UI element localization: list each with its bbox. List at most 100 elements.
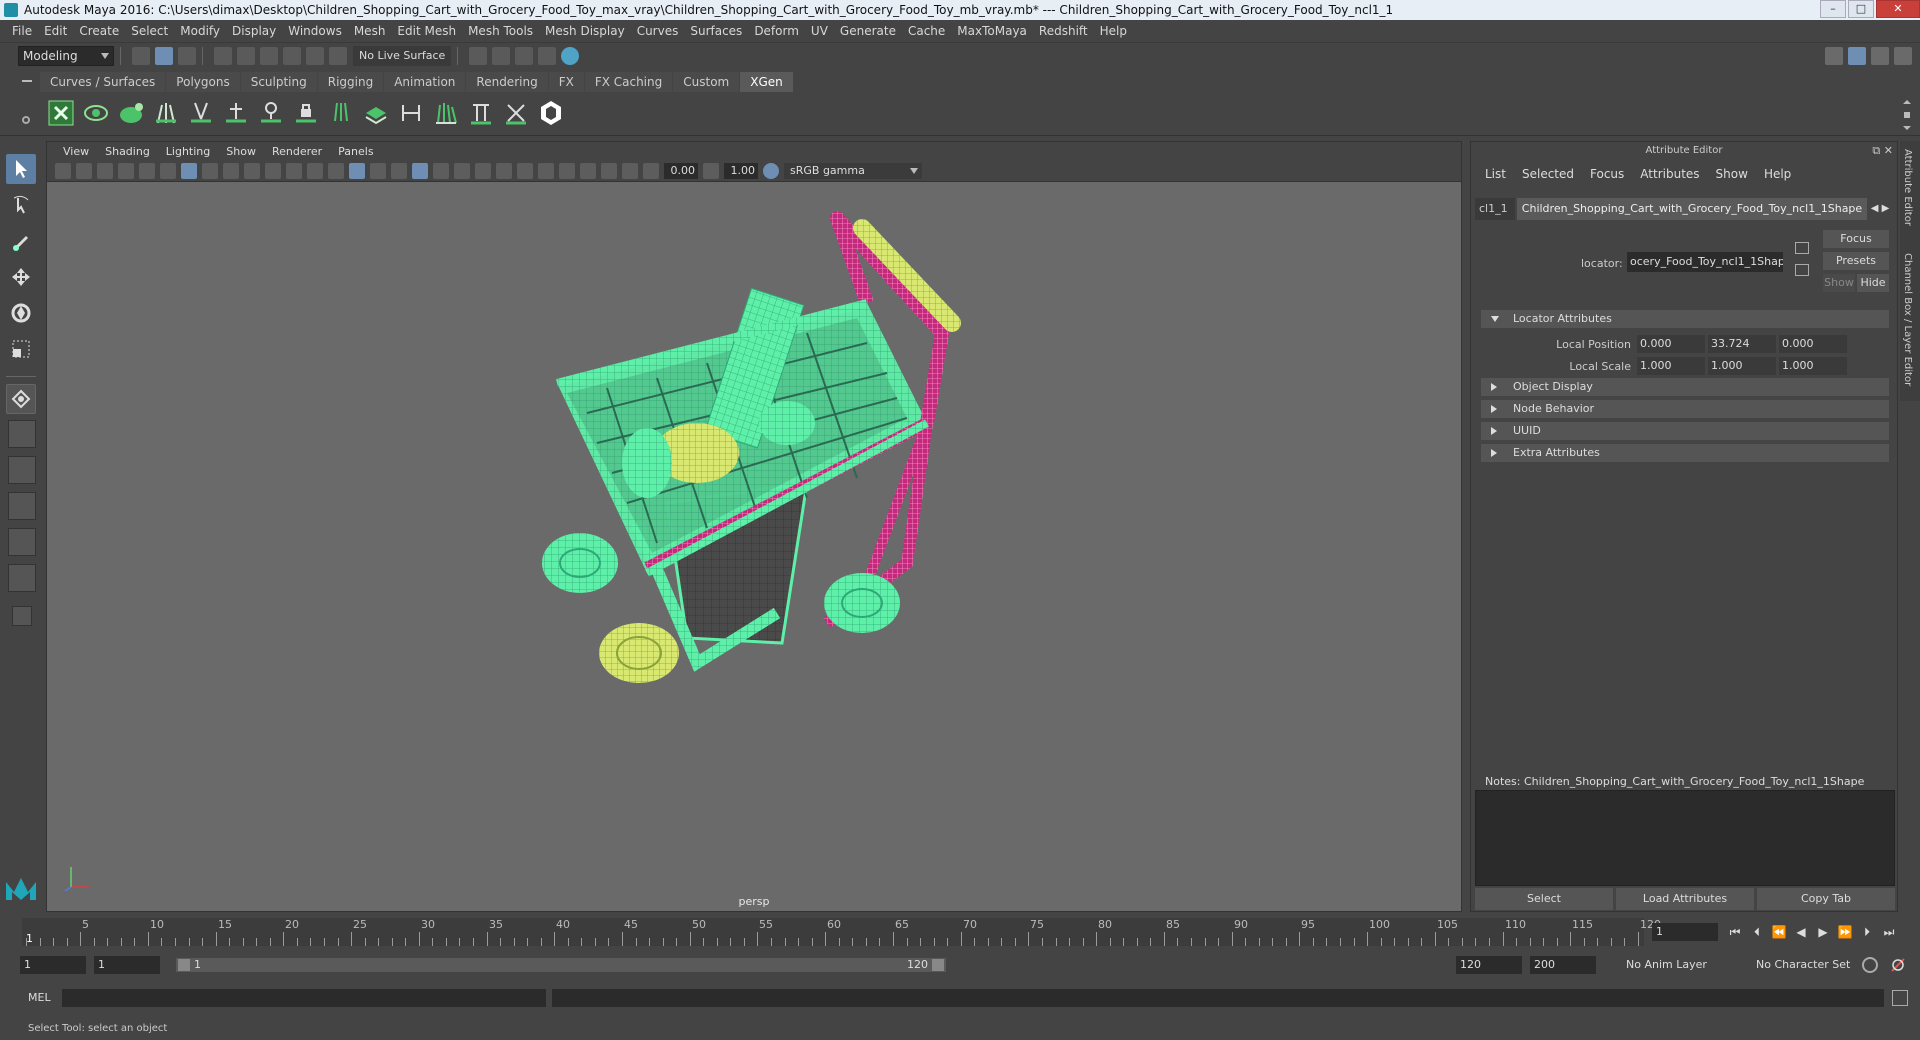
- vp-menu-show[interactable]: Show: [218, 145, 264, 158]
- menu-modify[interactable]: Modify: [174, 24, 226, 38]
- menu-create[interactable]: Create: [73, 24, 125, 38]
- wireframe-icon[interactable]: [328, 162, 344, 179]
- step-forward-key-icon[interactable]: ⏵: [1858, 923, 1876, 941]
- menu-select[interactable]: Select: [125, 24, 174, 38]
- xgen-delete-guide-icon[interactable]: [501, 98, 531, 128]
- make-live-icon[interactable]: [306, 46, 324, 65]
- ae-menu-attributes[interactable]: Attributes: [1632, 167, 1707, 181]
- menu-deform[interactable]: Deform: [748, 24, 805, 38]
- motion-blur-icon[interactable]: [496, 162, 512, 179]
- step-back-frame-icon[interactable]: ⏪: [1770, 923, 1788, 941]
- live-surface-field[interactable]: No Live Surface: [353, 45, 451, 66]
- character-set-dropdown[interactable]: No Character Set: [1750, 956, 1870, 974]
- layout-persp-graph-icon[interactable]: [8, 492, 36, 520]
- image-plane-icon[interactable]: [118, 162, 134, 179]
- section-node-behavior[interactable]: Node Behavior: [1481, 400, 1889, 418]
- side-tab-attribute-editor[interactable]: Attribute Editor: [1902, 149, 1913, 226]
- xgen-rebuild-guide-icon[interactable]: [256, 98, 286, 128]
- focus-button[interactable]: Focus: [1823, 230, 1889, 248]
- local-scale-y-field[interactable]: 1.000: [1708, 357, 1776, 375]
- shelf-tab-rendering[interactable]: Rendering: [466, 72, 548, 92]
- select-button[interactable]: Select: [1475, 888, 1613, 910]
- channel-box-icon[interactable]: [1894, 47, 1912, 65]
- use-all-lights-icon[interactable]: [433, 162, 449, 179]
- move-tool-icon[interactable]: [6, 262, 36, 292]
- tool-settings-icon[interactable]: [1871, 47, 1889, 65]
- snap-together-icon[interactable]: [329, 46, 347, 65]
- smooth-shade-icon[interactable]: [349, 162, 365, 179]
- two-d-pan-zoom-icon[interactable]: [139, 162, 155, 179]
- select-by-object-icon[interactable]: [155, 46, 173, 65]
- render-settings-icon[interactable]: [538, 46, 556, 65]
- maximize-button[interactable]: □: [1848, 0, 1874, 18]
- xgen-curves-to-guides-icon[interactable]: [466, 98, 496, 128]
- ae-menu-selected[interactable]: Selected: [1514, 167, 1582, 181]
- xgen-guides-icon[interactable]: [151, 98, 181, 128]
- xgen-add-guide-icon[interactable]: [186, 98, 216, 128]
- last-tool-icon[interactable]: [6, 384, 36, 414]
- xgen-create-description-icon[interactable]: [116, 98, 146, 128]
- load-attributes-button[interactable]: Load Attributes: [1616, 888, 1754, 910]
- shelf-menu-icon[interactable]: [22, 80, 32, 82]
- xgen-preview-icon[interactable]: [81, 98, 111, 128]
- xray-joints-icon[interactable]: [622, 162, 638, 179]
- vp-menu-renderer[interactable]: Renderer: [264, 145, 330, 158]
- layout-persp-hypershade-icon[interactable]: [8, 528, 36, 556]
- step-forward-frame-icon[interactable]: ⏩: [1836, 923, 1854, 941]
- close-button[interactable]: ✕: [1876, 0, 1920, 18]
- menu-redshift[interactable]: Redshift: [1033, 24, 1094, 38]
- color-management-icon[interactable]: [763, 162, 779, 179]
- section-extra-attributes[interactable]: Extra Attributes: [1481, 444, 1889, 462]
- menu-file[interactable]: File: [6, 24, 38, 38]
- menu-generate[interactable]: Generate: [834, 24, 902, 38]
- vp-menu-panels[interactable]: Panels: [330, 145, 381, 158]
- tab-shape-node[interactable]: Children_Shopping_Cart_with_Grocery_Food…: [1517, 198, 1867, 220]
- exposure-field[interactable]: 0.00: [664, 162, 698, 179]
- isolate-select-icon[interactable]: [559, 162, 575, 179]
- xgen-sculpt-guide-icon[interactable]: [221, 98, 251, 128]
- depth-of-field-icon[interactable]: [538, 162, 554, 179]
- xgen-bend-guide-icon[interactable]: [396, 98, 426, 128]
- playback-start-field[interactable]: 1: [94, 956, 160, 974]
- xgen-lock-guide-icon[interactable]: [291, 98, 321, 128]
- shadows-icon[interactable]: [454, 162, 470, 179]
- auto-key-icon[interactable]: [1862, 957, 1878, 973]
- go-to-start-icon[interactable]: ⏮: [1726, 923, 1744, 941]
- menu-curves[interactable]: Curves: [631, 24, 685, 38]
- menu-cache[interactable]: Cache: [902, 24, 951, 38]
- screen-space-ao-icon[interactable]: [475, 162, 491, 179]
- shelf-tab-animation[interactable]: Animation: [384, 72, 466, 92]
- side-tab-channel-box[interactable]: Channel Box / Layer Editor: [1902, 253, 1913, 386]
- attribute-editor-toggle-icon[interactable]: [1848, 47, 1866, 65]
- ae-menu-list[interactable]: List: [1477, 167, 1514, 181]
- camera-select-icon[interactable]: [55, 162, 71, 179]
- xray-icon[interactable]: [580, 162, 596, 179]
- viewport-canvas[interactable]: persp: [47, 183, 1461, 912]
- copy-tab-button[interactable]: Copy Tab: [1757, 888, 1895, 910]
- section-uuid[interactable]: UUID: [1481, 422, 1889, 440]
- shelf-settings-icon[interactable]: [22, 116, 30, 124]
- ae-menu-show[interactable]: Show: [1708, 167, 1756, 181]
- shopping-cart-wireframe-model[interactable]: [47, 183, 1463, 912]
- menu-set-dropdown[interactable]: Modeling: [18, 45, 114, 66]
- show-button[interactable]: Show: [1823, 274, 1855, 292]
- command-language-label[interactable]: MEL: [28, 991, 51, 1004]
- local-scale-z-field[interactable]: 1.000: [1779, 357, 1847, 375]
- playback-end-field[interactable]: 120: [1456, 956, 1522, 974]
- range-slider-bar[interactable]: 1 120: [176, 958, 946, 972]
- menu-windows[interactable]: Windows: [282, 24, 348, 38]
- hypershade-icon[interactable]: [561, 46, 579, 65]
- select-by-component-icon[interactable]: [178, 46, 196, 65]
- select-tool-icon[interactable]: [6, 154, 36, 184]
- grid-icon[interactable]: [181, 162, 197, 179]
- vp-menu-lighting[interactable]: Lighting: [158, 145, 218, 158]
- section-object-display[interactable]: Object Display: [1481, 378, 1889, 396]
- xgen-editor-icon[interactable]: [46, 98, 76, 128]
- vp-menu-view[interactable]: View: [55, 145, 97, 158]
- xgen-guides-to-curves-icon[interactable]: [431, 98, 461, 128]
- render-current-frame-icon[interactable]: [492, 46, 510, 65]
- menu-display[interactable]: Display: [226, 24, 282, 38]
- animation-end-field[interactable]: 200: [1530, 956, 1596, 974]
- wireframe-on-shaded-icon[interactable]: [391, 162, 407, 179]
- field-chart-icon[interactable]: [265, 162, 281, 179]
